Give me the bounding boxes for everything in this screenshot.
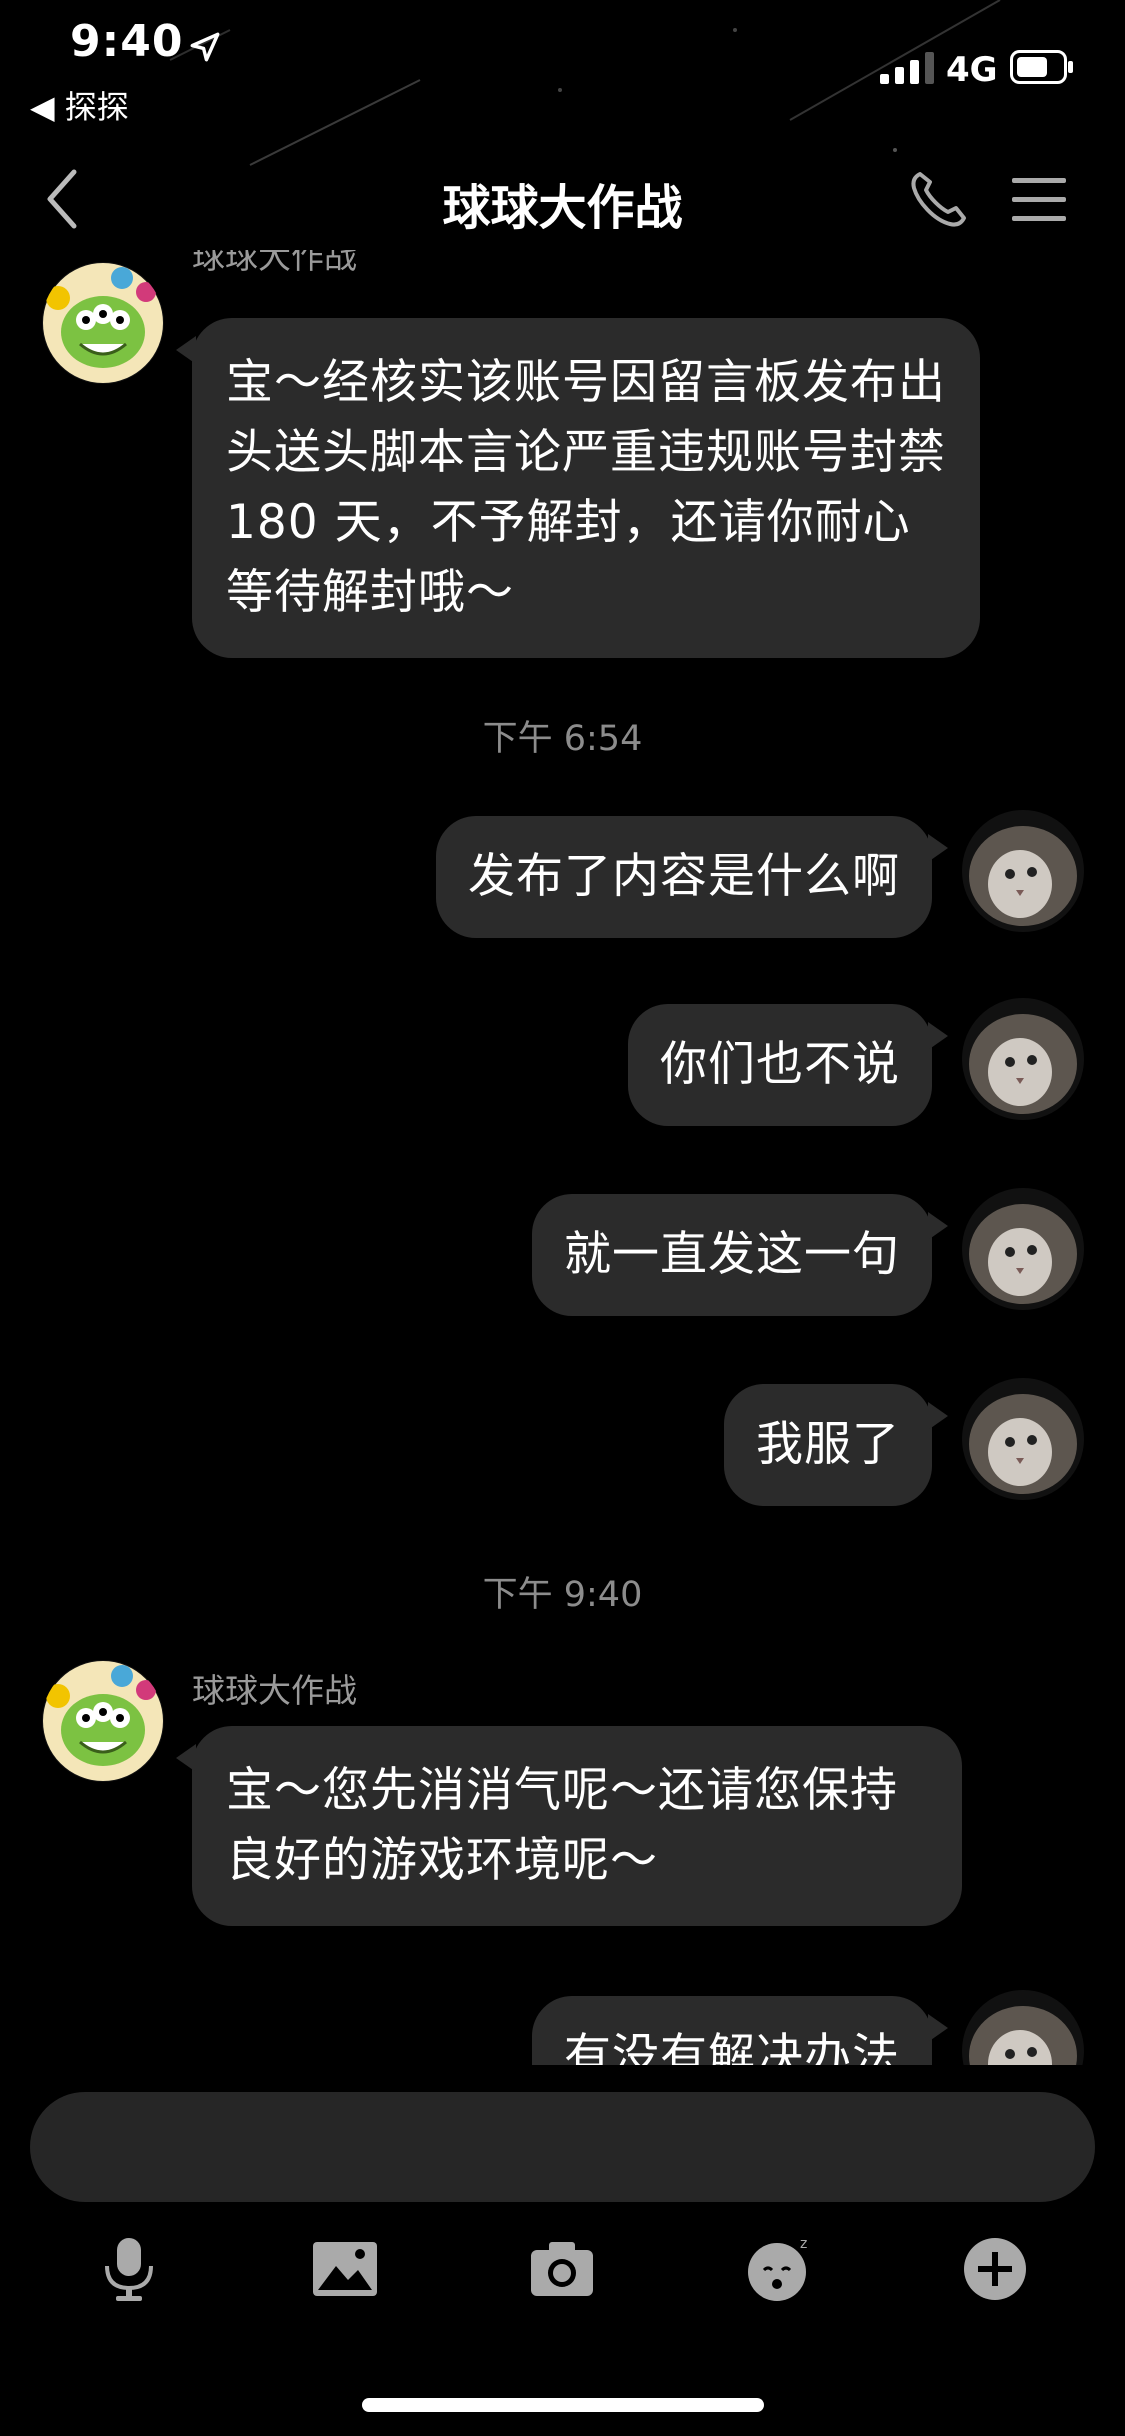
location-arrow-icon	[190, 32, 220, 62]
incoming-message: 球球大作战 宝～经核实该账号因留言板发布出头送头脚本言论严重违规账号封禁 180…	[0, 250, 1125, 658]
message-input[interactable]	[30, 2092, 1095, 2202]
incoming-message: 球球大作战 宝～您先消消气呢～还请您保持良好的游戏环境呢～	[0, 1660, 1125, 1980]
message-bubble[interactable]: 宝～经核实该账号因留言板发布出头送头脚本言论严重违规账号封禁 180 天，不予解…	[176, 318, 980, 658]
microphone-icon[interactable]	[94, 2234, 164, 2304]
message-timestamp: 下午 6:54	[482, 719, 643, 759]
user-avatar[interactable]	[962, 810, 1084, 932]
chat-messages[interactable]: 球球大作战 宝～经核实该账号因留言板发布出头送头脚本言论严重违规账号封禁 180…	[0, 250, 1125, 2065]
message-bubble[interactable]: 就一直发这一句	[532, 1194, 948, 1316]
user-avatar[interactable]	[962, 1378, 1084, 1500]
message-bubble[interactable]: 有没有解决办法	[532, 1996, 948, 2065]
user-avatar[interactable]	[962, 998, 1084, 1120]
outgoing-message: 有没有解决办法	[0, 1990, 1125, 2065]
outgoing-message: 就一直发这一句	[0, 1188, 1125, 1320]
user-avatar[interactable]	[962, 1188, 1084, 1310]
camera-icon[interactable]	[527, 2234, 597, 2304]
message-bubble[interactable]: 发布了内容是什么啊	[436, 816, 948, 938]
status-time: 9:40	[70, 16, 184, 67]
battery-icon	[1010, 50, 1073, 84]
image-icon[interactable]	[310, 2234, 380, 2304]
emoji-icon[interactable]: z	[744, 2234, 814, 2304]
svg-text:z: z	[800, 2236, 807, 2252]
game-avatar[interactable]	[42, 262, 164, 384]
message-bubble[interactable]: 你们也不说	[628, 1004, 948, 1126]
user-avatar[interactable]	[962, 1990, 1084, 2065]
message-bubble[interactable]: 宝～您先消消气呢～还请您保持良好的游戏环境呢～	[176, 1726, 962, 1926]
outgoing-message: 发布了内容是什么啊	[0, 810, 1125, 942]
message-bubble[interactable]: 我服了	[724, 1384, 948, 1506]
signal-icon	[880, 52, 934, 84]
outgoing-message: 我服了	[0, 1378, 1125, 1510]
sender-name: 球球大作战	[192, 250, 357, 276]
sender-name: 球球大作战	[192, 1671, 357, 1710]
back-to-app-link[interactable]: ◀ 探探	[30, 82, 129, 128]
phone-icon[interactable]	[906, 168, 970, 232]
plus-icon[interactable]	[960, 2234, 1030, 2304]
network-type: 4G	[946, 50, 998, 90]
menu-icon[interactable]	[1010, 174, 1068, 226]
game-avatar[interactable]	[42, 1660, 164, 1782]
message-timestamp: 下午 9:40	[482, 1575, 643, 1615]
outgoing-message: 你们也不说	[0, 998, 1125, 1130]
home-indicator[interactable]	[362, 2398, 764, 2412]
